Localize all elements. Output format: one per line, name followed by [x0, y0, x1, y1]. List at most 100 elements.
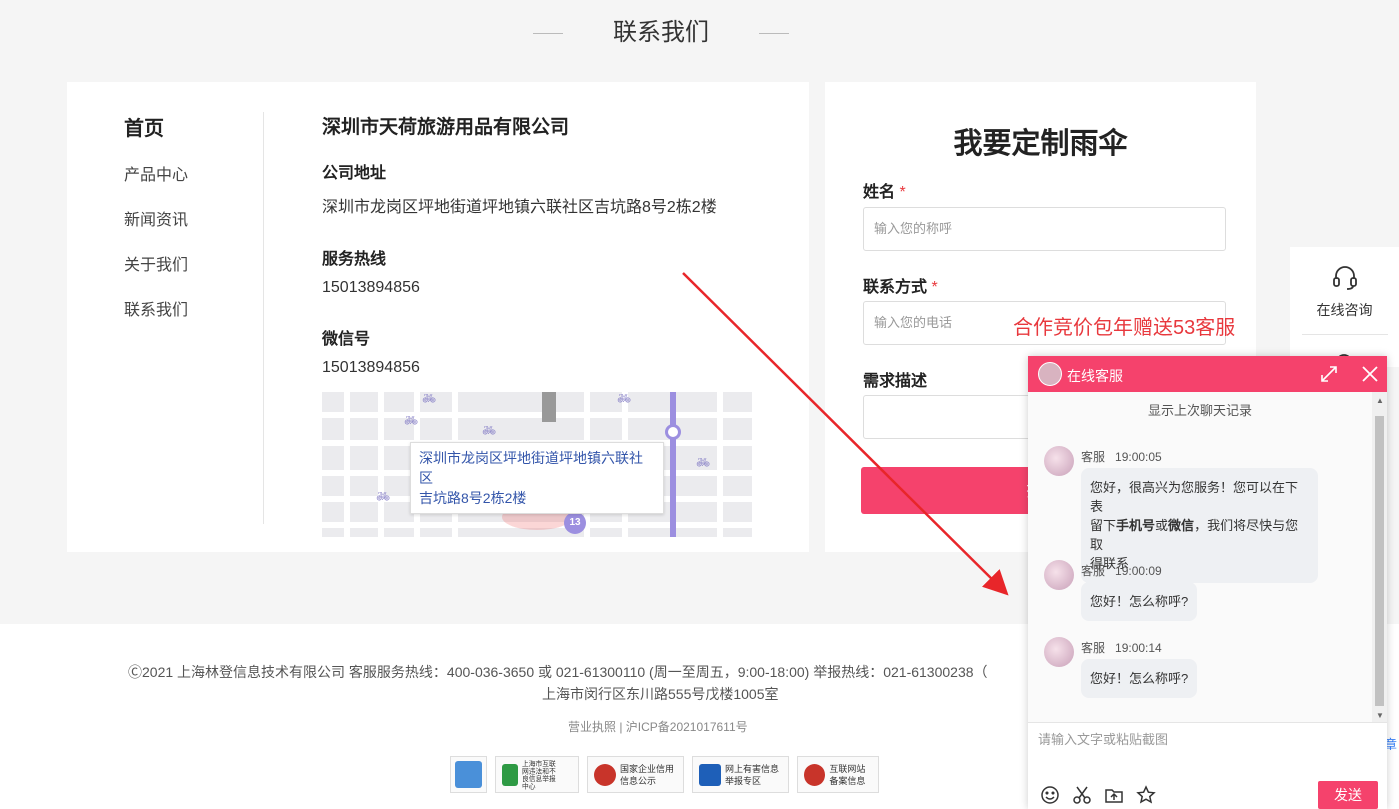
scroll-down-icon[interactable]: ▼ [1376, 711, 1384, 720]
contact-label-text: 联系方式 [863, 279, 928, 296]
nav-item-about[interactable]: 关于我们 [124, 255, 188, 276]
badge-report-center[interactable]: 上海市互联网违法和不良信息举报中心 [495, 756, 579, 793]
scroll-up-icon[interactable]: ▲ [1376, 396, 1384, 405]
map-road [717, 392, 723, 537]
message-fragment: 留下 [1090, 518, 1117, 533]
title-line-left [533, 33, 563, 35]
footer-icp[interactable]: 营业执照 | 沪ICP备2021017611号 [568, 718, 748, 735]
name-label: 姓名 * [863, 178, 906, 202]
badge-report-center-text: 上海市互联网违法和不良信息举报中心 [521, 759, 556, 790]
message-time: 19:00:14 [1115, 641, 1162, 655]
map-transit-station [665, 424, 681, 440]
message-meta: 客服 19:00:14 [1081, 639, 1162, 656]
contact-label: 联系方式 * [863, 273, 938, 297]
scroll-thumb[interactable] [1375, 416, 1384, 706]
badge-site-record[interactable]: 互联网站备案信息 [797, 756, 879, 793]
bike-icon: 🚲︎ [617, 393, 631, 405]
map-tooltip-line2: 吉坑路8号2栋2楼 [419, 490, 527, 506]
footer-address: 上海市闵行区东川路555号戊楼1005室 [542, 686, 779, 702]
star-icon[interactable] [1136, 785, 1156, 805]
chat-scrollbar[interactable]: ▲ ▼ [1372, 392, 1387, 722]
desc-label: 需求描述 [863, 373, 928, 390]
section-title: 联系我们 [0, 12, 1322, 47]
message-emphasis: 微信 [1168, 518, 1195, 533]
chat-input-area[interactable]: 请输入文字或粘贴截图 发送 [1028, 722, 1387, 809]
required-mark: * [899, 184, 906, 201]
nav-item-contact[interactable]: 联系我们 [124, 300, 188, 321]
e-icon [502, 763, 518, 786]
agent-avatar [1044, 560, 1074, 590]
badge-harmful-info[interactable]: 网上有害信息举报专区 [692, 756, 789, 793]
map-cluster-badge[interactable]: 13 [564, 512, 586, 534]
hotline-value: 15013894856 [322, 279, 420, 296]
message-line: 留下手机号或微信，我们将尽快与您取 [1090, 516, 1309, 554]
required-mark: * [931, 279, 938, 296]
chat-header[interactable]: 在线客服 [1028, 356, 1387, 392]
agent-avatar [1044, 637, 1074, 667]
nav-item-products[interactable]: 产品中心 [124, 165, 188, 186]
close-icon[interactable] [1360, 364, 1380, 384]
agent-avatar [1038, 362, 1062, 386]
message-meta: 客服 19:00:05 [1081, 448, 1162, 465]
promo-text: 合作竞价包年赠送53客服 [1013, 317, 1236, 339]
float-service-bar: 在线咨询 [1290, 247, 1399, 370]
nav-home-link[interactable]: 首页 [124, 112, 188, 141]
message-line: 您好，很高兴为您服务！您可以在下表 [1090, 480, 1299, 514]
maximize-icon[interactable] [1320, 365, 1338, 383]
name-input[interactable]: 输入您的称呼 [863, 207, 1226, 251]
bike-icon: 🚲︎ [696, 457, 710, 469]
scissors-icon[interactable] [1072, 785, 1092, 805]
upload-folder-icon[interactable] [1104, 785, 1124, 805]
send-button[interactable]: 发送 [1318, 781, 1378, 809]
map-building [542, 392, 556, 422]
message-fragment: 或 [1155, 518, 1169, 533]
message-sender: 客服 [1081, 450, 1106, 464]
map-road [378, 392, 384, 537]
message-time: 19:00:09 [1115, 564, 1162, 578]
emblem-icon [594, 763, 616, 786]
bike-icon: 🚲︎ [376, 491, 390, 503]
title-line-right [759, 33, 789, 35]
license-icon [455, 761, 482, 788]
footer-nav: 首页 产品中心 新闻资讯 关于我们 联系我们 [124, 112, 188, 345]
chat-window: 在线客服 显示上次聊天记录 客服 19:00:05 您好，很高兴为您服务！您可以在… [1028, 356, 1387, 809]
chat-messages: 显示上次聊天记录 客服 19:00:05 您好，很高兴为您服务！您可以在下表 留下… [1028, 392, 1387, 722]
chat-toolbar [1040, 785, 1156, 805]
online-consult-label[interactable]: 在线咨询 [1290, 300, 1399, 320]
company-name: 深圳市天荷旅游用品有限公司 [322, 117, 570, 138]
badge-credit-text: 国家企业信用信息公示 [620, 763, 675, 786]
show-history-link[interactable]: 显示上次聊天记录 [1028, 400, 1372, 419]
report-icon [699, 763, 721, 786]
map-road [344, 392, 350, 537]
badge-credit[interactable]: 国家企业信用信息公示 [587, 756, 684, 793]
map-transit-line [670, 392, 676, 537]
nav-item-news[interactable]: 新闻资讯 [124, 210, 188, 231]
emoji-icon[interactable] [1040, 785, 1060, 805]
vertical-divider [263, 112, 264, 524]
badge-site-record-text: 互联网站备案信息 [829, 763, 866, 786]
message-emphasis: 手机号 [1116, 518, 1156, 533]
hotline-label: 服务热线 [322, 251, 387, 268]
chat-input-placeholder[interactable]: 请输入文字或粘贴截图 [1038, 729, 1168, 748]
address-label: 公司地址 [322, 165, 387, 182]
chat-title: 在线客服 [1067, 368, 1123, 384]
address-value: 深圳市龙岗区坪地街道坪地镇六联社区吉坑路8号2栋2楼 [322, 199, 717, 216]
message-sender: 客服 [1081, 564, 1106, 578]
contact-info-card: 首页 产品中心 新闻资讯 关于我们 联系我们 深圳市天荷旅游用品有限公司 公司地… [67, 82, 809, 552]
badge-harmful-info-text: 网上有害信息举报专区 [725, 763, 780, 786]
emblem-icon [804, 763, 826, 786]
location-map[interactable]: 🚲︎ 🚲︎ 🚲︎ 🚲︎ 🚲︎ 🚲︎ 13 深圳市龙岗区坪地街道坪地镇六联社区 吉… [322, 392, 752, 537]
message-meta: 客服 19:00:09 [1081, 562, 1162, 579]
badge-license[interactable] [450, 756, 487, 793]
bike-icon: 🚲︎ [404, 415, 418, 427]
name-label-text: 姓名 [863, 184, 896, 201]
map-road [322, 412, 752, 418]
message-bubble: 您好！怎么称呼? [1081, 659, 1198, 698]
footer-copyright: Ⓒ2021 上海林登信息技术有限公司 客服服务热线：400-036-3650 或… [128, 664, 988, 680]
footer-badges: 上海市互联网违法和不良信息举报中心 国家企业信用信息公示 网上有害信息举报专区 … [450, 756, 879, 793]
map-tooltip-line1: 深圳市龙岗区坪地街道坪地镇六联社区 [419, 450, 643, 486]
agent-avatar [1044, 446, 1074, 476]
headset-icon[interactable] [1290, 263, 1399, 296]
map-tooltip: 深圳市龙岗区坪地街道坪地镇六联社区 吉坑路8号2栋2楼 [410, 442, 664, 514]
message-sender: 客服 [1081, 641, 1106, 655]
